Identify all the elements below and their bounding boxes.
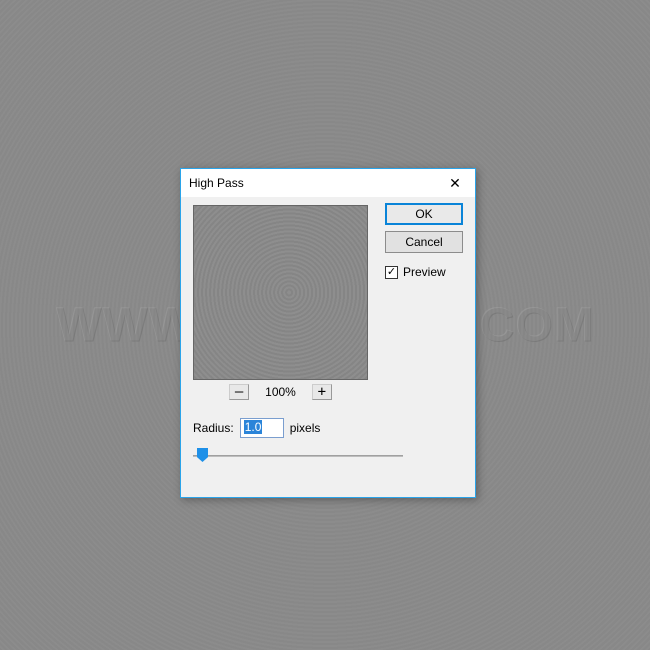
filter-preview[interactable]: [193, 205, 368, 380]
preview-checkbox[interactable]: ✓: [385, 266, 398, 279]
cancel-button[interactable]: Cancel: [385, 231, 463, 253]
preview-checkbox-row: ✓ Preview: [385, 265, 463, 279]
zoom-out-button[interactable]: –: [229, 384, 249, 400]
high-pass-dialog: High Pass ✕ – 100% + Radius: 1.0 pixels: [180, 168, 476, 498]
zoom-in-button[interactable]: +: [312, 384, 332, 400]
check-icon: ✓: [387, 267, 396, 278]
radius-input[interactable]: 1.0: [240, 418, 284, 438]
radius-row: Radius: 1.0 pixels: [193, 418, 463, 438]
dialog-body: – 100% + Radius: 1.0 pixels OK Cancel ✓: [181, 197, 475, 497]
close-button[interactable]: ✕: [435, 169, 475, 197]
titlebar[interactable]: High Pass ✕: [181, 169, 475, 197]
preview-checkbox-label: Preview: [403, 265, 446, 279]
close-icon: ✕: [449, 175, 461, 192]
slider-track: [193, 455, 403, 457]
plus-icon: +: [318, 385, 326, 399]
zoom-controls: – 100% +: [193, 384, 368, 400]
radius-value: 1.0: [244, 420, 263, 434]
radius-label: Radius:: [193, 421, 234, 435]
radius-unit: pixels: [290, 421, 321, 435]
dialog-title: High Pass: [189, 176, 244, 190]
zoom-level: 100%: [265, 385, 296, 399]
slider-thumb[interactable]: [197, 448, 208, 462]
side-buttons: OK Cancel ✓ Preview: [385, 203, 463, 279]
minus-icon: –: [235, 385, 243, 399]
radius-slider[interactable]: [193, 448, 403, 464]
ok-button[interactable]: OK: [385, 203, 463, 225]
preview-texture: [194, 206, 367, 379]
